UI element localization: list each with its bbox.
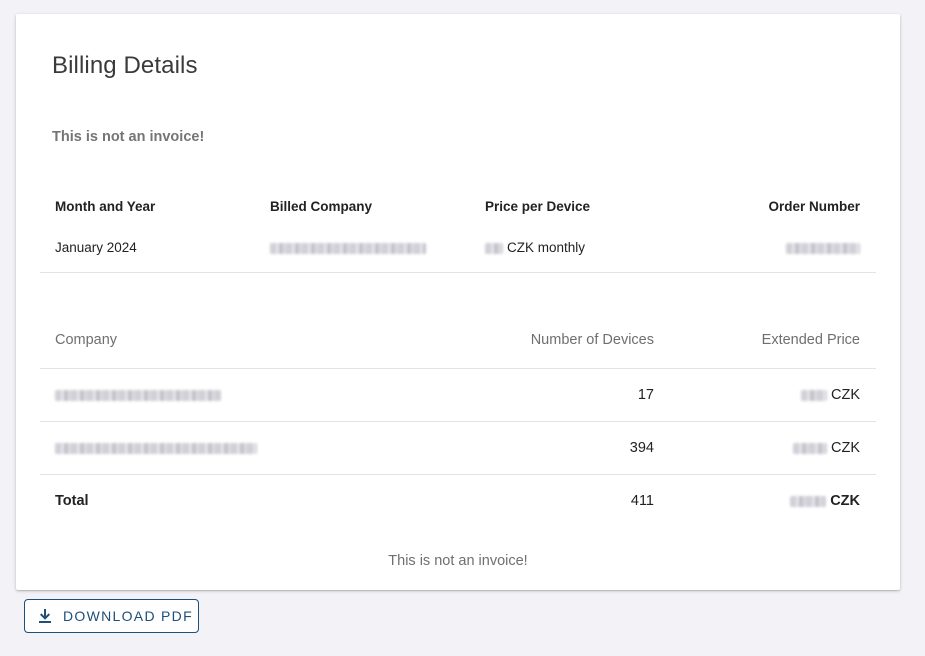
redacted-price [801,389,827,401]
row-company [55,387,221,403]
meta-divider [40,272,876,273]
table-header-row: Company Number of Devices Extended Price [40,312,876,369]
not-invoice-warning: This is not an invoice! [52,129,205,145]
billing-details-card: Billing Details This is not an invoice! … [16,14,900,590]
order-number-value [786,240,860,255]
redacted-company-name [270,242,426,254]
row-price-suffix: CZK [831,440,860,456]
header-billed-company: Billed Company [270,199,373,214]
total-devices: 411 [630,493,654,509]
download-pdf-button[interactable]: DOWNLOAD PDF [24,599,199,633]
table-total-row: Total 411 CZK [40,475,876,527]
devices-table: Company Number of Devices Extended Price… [40,312,876,527]
total-price: CZK [790,493,860,509]
price-per-device-suffix: CZK monthly [507,240,586,255]
header-price-per-device: Price per Device [485,199,591,214]
row-devices: 394 [629,440,654,456]
row-price: CZK [793,440,860,456]
footer-not-invoice-note: This is not an invoice! [388,553,528,569]
col-number-of-devices: Number of Devices [530,332,654,348]
row-devices: 17 [637,387,654,403]
row-company [55,440,257,456]
price-per-device-value: CZK monthly [485,240,585,255]
col-company: Company [55,332,118,348]
download-icon [39,609,51,623]
header-month-year: Month and Year [55,199,156,214]
redacted-price [793,442,827,454]
col-extended-price: Extended Price [761,332,860,348]
redacted-price [485,242,503,254]
total-label: Total [55,493,89,509]
redacted-price [790,495,827,507]
redacted-order-number [786,242,860,254]
redacted-company-name [55,389,221,401]
download-pdf-label: DOWNLOAD PDF [63,608,193,624]
table-row: 17 CZK [40,369,876,422]
row-price: CZK [801,387,860,403]
table-row: 394 CZK [40,422,876,475]
month-year-value: January 2024 [55,240,137,255]
billing-meta-row: January 2024 CZK monthly [40,240,876,272]
page-title: Billing Details [52,52,198,79]
billed-company-value [270,240,426,255]
row-price-suffix: CZK [831,387,860,403]
total-price-suffix: CZK [830,493,860,509]
header-order-number: Order Number [768,199,860,214]
redacted-company-name [55,442,257,454]
